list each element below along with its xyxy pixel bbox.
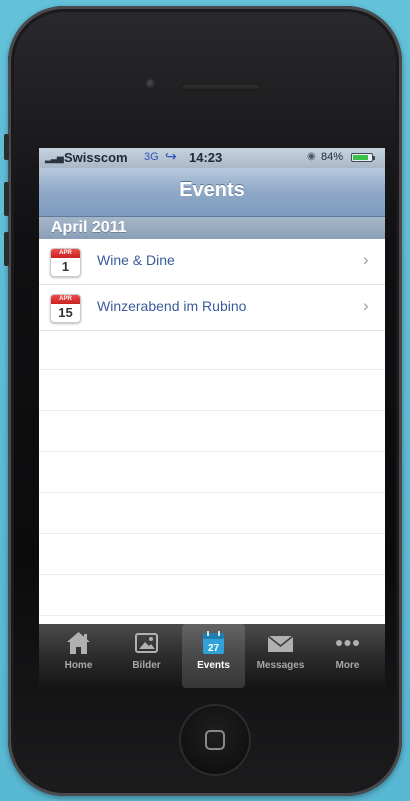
house-icon [67, 632, 90, 654]
earpiece-speaker [181, 83, 261, 91]
tab-label: Bilder [132, 660, 161, 671]
home-button-square-icon [205, 730, 225, 750]
chevron-right-icon: › [363, 250, 369, 269]
empty-row [39, 534, 385, 575]
event-title: Winzerabend im Rubino [97, 298, 247, 314]
calendar-badge: 27 [208, 643, 220, 654]
carrier-label: Swisscom [64, 150, 128, 165]
tab-bar: Home Bilder 27 Events Messages More [39, 624, 385, 688]
tab-label: Messages [256, 660, 305, 671]
battery-tip [373, 156, 375, 160]
empty-row [39, 575, 385, 616]
picture-icon [135, 633, 158, 653]
battery-percent: 84% [321, 151, 344, 163]
empty-row [39, 329, 385, 370]
calendar-icon: APR 1 [50, 248, 81, 277]
battery-icon [351, 153, 373, 162]
calendar-day: 1 [61, 259, 70, 274]
section-title: April 2011 [51, 219, 127, 236]
volume-up-button [4, 182, 9, 216]
calendar-month: APR [51, 249, 80, 258]
tab-events[interactable]: 27 Events [182, 624, 245, 688]
chevron-right-icon: › [363, 296, 369, 315]
events-list: APR 1 Wine & Dine › APR 15 Winzerabend i… [39, 239, 385, 331]
calendar-icon: 27 [203, 631, 224, 654]
volume-down-button [4, 232, 9, 266]
mute-switch [4, 134, 9, 160]
calendar-day: 15 [58, 305, 73, 320]
battery-fill [353, 155, 368, 160]
event-row[interactable]: APR 1 Wine & Dine › [39, 239, 385, 285]
empty-row [39, 452, 385, 493]
clock: 14:23 [189, 150, 223, 165]
home-button[interactable] [179, 704, 251, 776]
sync-arrow-icon: ↪ [165, 148, 177, 164]
tab-label: More [335, 660, 360, 671]
tab-home[interactable]: Home [47, 624, 110, 688]
tab-more[interactable]: More [316, 624, 379, 688]
screen: ▂▃▅ Swisscom 3G ↪ 14:23 ◉ 84% Events Apr… [39, 148, 385, 688]
page-title: Events [179, 179, 245, 201]
envelope-icon [267, 635, 294, 652]
empty-row [39, 411, 385, 452]
front-camera [146, 79, 156, 89]
status-bar: ▂▃▅ Swisscom 3G ↪ 14:23 ◉ 84% [39, 148, 385, 168]
section-header: April 2011 [39, 217, 385, 239]
rotation-lock-icon: ◉ [307, 151, 316, 162]
calendar-month: APR [51, 295, 80, 304]
tab-messages[interactable]: Messages [249, 624, 312, 688]
tab-label: Home [64, 660, 93, 671]
ellipsis-icon [336, 640, 359, 646]
event-row[interactable]: APR 15 Winzerabend im Rubino › [39, 285, 385, 331]
network-type: 3G [144, 151, 159, 163]
empty-table-area [39, 329, 385, 616]
signal-bars-icon: ▂▃▅ [45, 153, 64, 163]
empty-row [39, 370, 385, 411]
event-title: Wine & Dine [97, 252, 175, 268]
empty-row [39, 493, 385, 534]
calendar-icon: APR 15 [50, 294, 81, 323]
tab-bilder[interactable]: Bilder [115, 624, 178, 688]
navigation-bar: Events [39, 168, 385, 217]
tab-label: Events [197, 660, 230, 671]
